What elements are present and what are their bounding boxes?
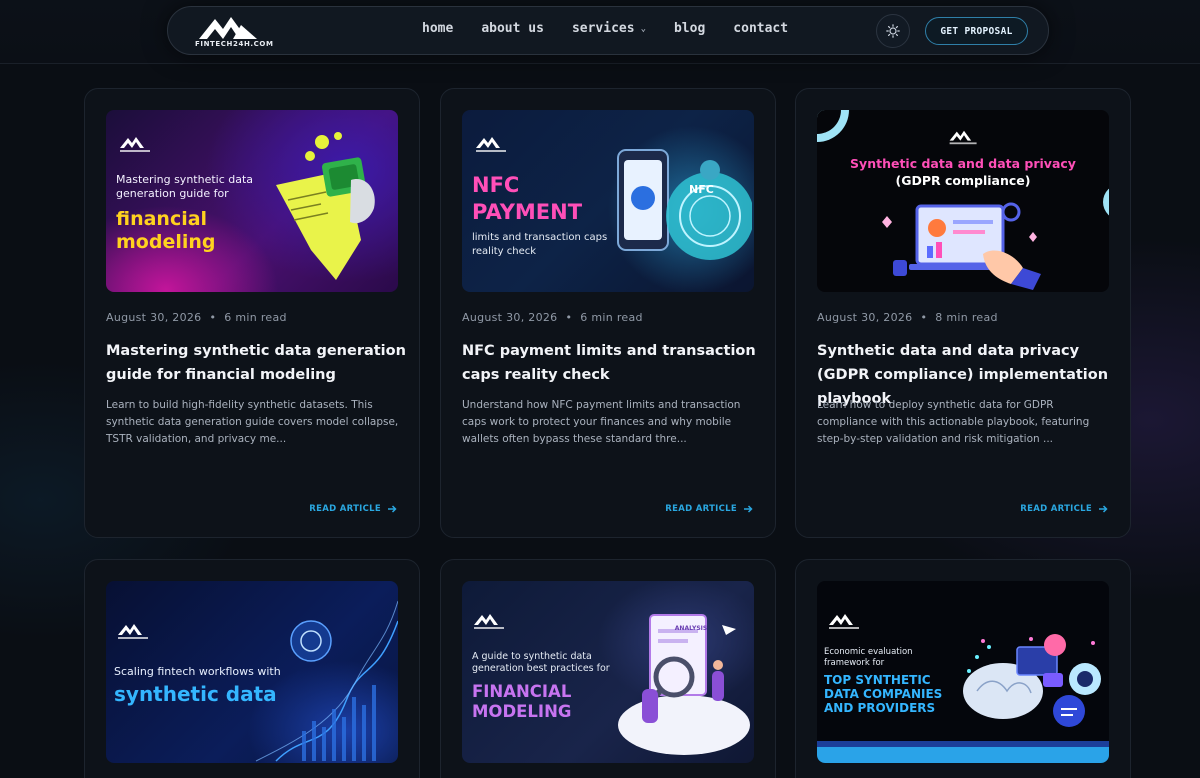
read-article-label: READ ARTICLE (665, 504, 737, 514)
logo-text: FINTECH24H.COM (195, 40, 274, 48)
logo-mountain-icon (829, 614, 859, 629)
thumbnail-title: financial modeling (116, 208, 216, 253)
article-date: August 30, 2026 (462, 311, 558, 324)
nfc-phone-illustration (617, 149, 752, 260)
arrow-right-icon (388, 505, 397, 513)
article-date: August 30, 2026 (106, 311, 202, 324)
read-article-link[interactable]: READ ARTICLE (309, 504, 397, 514)
logo-mountain-icon (120, 137, 150, 152)
read-time: 6 min read (580, 311, 643, 324)
nav-link-services-label: services (571, 21, 635, 36)
thumbnail-subtitle: (GDPR compliance) (895, 173, 1031, 188)
logo-mountain-icon (118, 624, 148, 639)
thumbnail-subtitle: A guide to synthetic data generation bes… (472, 651, 610, 674)
read-article-label: READ ARTICLE (1020, 504, 1092, 514)
theme-toggle-button[interactable] (876, 14, 910, 48)
read-article-link[interactable]: READ ARTICLE (1020, 504, 1108, 514)
article-title[interactable]: Mastering synthetic data generation guid… (106, 339, 406, 387)
read-time: 8 min read (935, 311, 998, 324)
read-time: 6 min read (224, 311, 287, 324)
article-card[interactable]: Mastering synthetic data generation guid… (84, 88, 420, 538)
article-thumbnail[interactable]: A guide to synthetic data generation bes… (462, 581, 754, 763)
ai-brain-illustration (817, 634, 1109, 763)
thumbnail-title: TOP SYNTHETIC DATA COMPANIES AND PROVIDE… (824, 673, 943, 715)
logo-mountain-icon (474, 614, 504, 629)
thumbnail-tag: ANALYSIS (674, 625, 708, 632)
article-meta: August 30, 2026 • 8 min read (817, 311, 998, 324)
article-thumbnail[interactable]: Economic evaluation framework for TOP SY… (817, 581, 1109, 763)
chevron-down-icon: ⌄ (640, 23, 646, 34)
arrow-right-icon (744, 505, 753, 513)
separator-dot: • (920, 311, 928, 324)
thumbnail-title: synthetic data (114, 682, 277, 706)
thumbnail-title: Synthetic data and data privacy (850, 156, 1076, 171)
nav-link-home[interactable]: home (422, 21, 453, 36)
nav-link-blog[interactable]: blog (674, 21, 705, 36)
separator-dot: • (209, 311, 217, 324)
separator-dot: • (565, 311, 573, 324)
article-title[interactable]: NFC payment limits and transaction caps … (462, 339, 762, 387)
article-thumbnail[interactable]: NFC PAYMENT limits and transaction caps … (462, 110, 754, 292)
article-card[interactable]: Synthetic data and data privacy (GDPR co… (795, 88, 1131, 538)
article-card[interactable]: Economic evaluation framework for TOP SY… (795, 559, 1131, 778)
article-card[interactable]: A guide to synthetic data generation bes… (440, 559, 776, 778)
read-article-link[interactable]: READ ARTICLE (665, 504, 753, 514)
nav-link-contact[interactable]: contact (733, 21, 788, 36)
article-meta: August 30, 2026 • 6 min read (106, 311, 287, 324)
sun-icon (886, 24, 900, 38)
nav-links: home about us services ⌄ blog contact (422, 21, 816, 36)
article-excerpt: Learn to build high-fidelity synthetic d… (106, 399, 399, 445)
thumbnail-tag: NFC (689, 183, 714, 196)
article-excerpt: Understand how NFC payment limits and tr… (462, 399, 741, 445)
thumbnail-title: NFC PAYMENT (472, 173, 583, 224)
logo-mountain-icon (199, 17, 257, 39)
nav-link-about[interactable]: about us (481, 21, 544, 36)
site-logo[interactable]: FINTECH24H.COM (195, 11, 274, 51)
thumbnail-subtitle: Scaling fintech workflows with (114, 665, 281, 678)
thumbnail-subtitle: Economic evaluation framework for (824, 647, 913, 668)
thumbnail-title: FINANCIAL MODELING (472, 682, 572, 721)
money-hand-illustration (276, 132, 375, 280)
article-thumbnail[interactable]: Mastering synthetic data generation guid… (106, 110, 398, 292)
article-meta: August 30, 2026 • 6 min read (462, 311, 643, 324)
article-excerpt: Learn how to deploy synthetic data for G… (817, 399, 1090, 445)
get-proposal-button[interactable]: GET PROPOSAL (925, 17, 1028, 45)
laptop-privacy-illustration (882, 202, 1041, 290)
main-nav: FINTECH24H.COM home about us services ⌄ … (167, 6, 1049, 55)
article-thumbnail[interactable]: Scaling fintech workflows with synthetic… (106, 581, 398, 763)
article-card[interactable]: Scaling fintech workflows with synthetic… (84, 559, 420, 778)
top-bar: FINTECH24H.COM home about us services ⌄ … (0, 0, 1200, 64)
article-card[interactable]: NFC PAYMENT limits and transaction caps … (440, 88, 776, 538)
nav-link-services[interactable]: services ⌄ (572, 21, 646, 36)
arrow-right-icon (1099, 505, 1108, 513)
thumbnail-subtitle: limits and transaction caps reality chec… (472, 232, 608, 257)
article-thumbnail[interactable]: Synthetic data and data privacy (GDPR co… (817, 110, 1109, 292)
logo-mountain-icon (949, 130, 977, 145)
read-article-label: READ ARTICLE (309, 504, 381, 514)
article-date: August 30, 2026 (817, 311, 913, 324)
thumbnail-subtitle: Mastering synthetic data generation guid… (116, 173, 254, 200)
logo-mountain-icon (476, 137, 506, 152)
